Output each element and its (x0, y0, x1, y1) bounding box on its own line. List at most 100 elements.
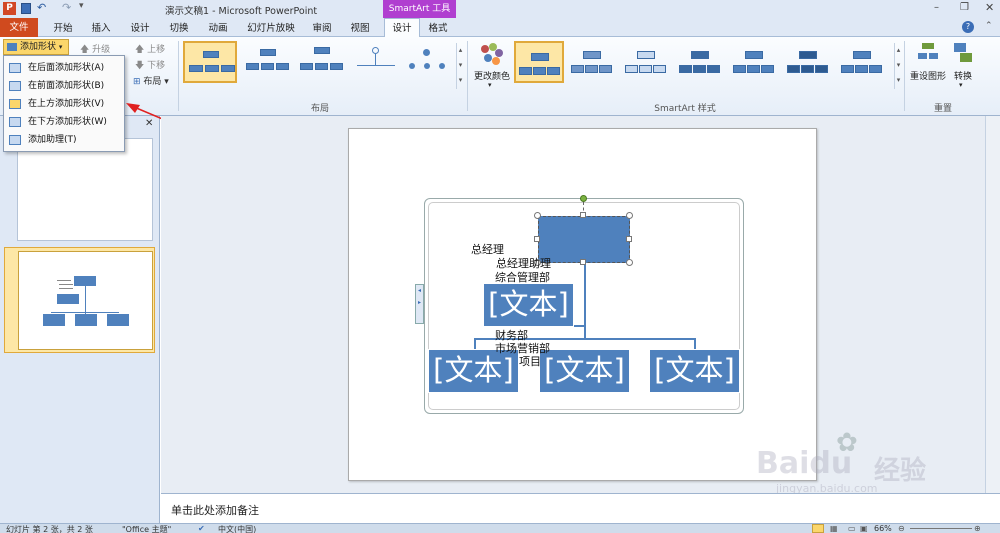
add-shape-button[interactable]: 添加形状 ▾ (3, 39, 69, 55)
slide-text-line[interactable]: 综合管理部 (495, 269, 550, 285)
tab-slideshow[interactable]: 幻灯片放映 (243, 20, 299, 37)
style-option-5[interactable] (730, 41, 780, 83)
tab-home[interactable]: 开始 (48, 20, 78, 37)
zoom-slider[interactable] (910, 528, 972, 529)
connector-line (694, 338, 696, 349)
style-option-4[interactable] (676, 41, 726, 83)
group-label-styles: SmartArt 样式 (654, 104, 716, 114)
notes-pane[interactable]: 单击此处添加备注 (161, 493, 1000, 523)
style-option-3[interactable] (622, 41, 672, 83)
tab-smartart-design[interactable]: 设计 (384, 18, 420, 37)
zoom-level[interactable]: 66% (874, 524, 892, 533)
menu-item-add-before[interactable]: 在前面添加形状(B) (4, 77, 124, 95)
chevron-down-icon: ▾ (488, 81, 492, 89)
slideshow-view-icon[interactable]: ▣ (860, 524, 868, 533)
menu-item-label: 在前面添加形状(B) (28, 81, 105, 91)
menu-item-add-after[interactable]: 在后面添加形状(A) (4, 59, 124, 77)
resize-handle[interactable] (534, 212, 541, 219)
style-option-1[interactable] (514, 41, 564, 83)
menu-item-add-assistant[interactable]: 添加助理(T) (4, 131, 124, 149)
gallery-scroll-icon[interactable]: ▴ ▾ ▾ (456, 43, 464, 89)
menu-item-label: 在下方添加形状(W) (28, 117, 107, 127)
style-option-6[interactable] (784, 41, 834, 83)
layout-option-1[interactable] (183, 41, 237, 83)
minimize-icon[interactable]: – (934, 2, 939, 13)
normal-view-icon[interactable] (812, 524, 824, 533)
smartart-tools-label: SmartArt 工具 (383, 0, 456, 18)
tab-insert[interactable]: 插入 (86, 20, 116, 37)
menu-item-add-above[interactable]: 在上方添加形状(V) (4, 95, 124, 113)
close-icon[interactable]: ✕ (985, 1, 994, 14)
title-bar: P ↶ ↷ ▾ 演示文稿1 - Microsoft PowerPoint Sma… (0, 0, 1000, 18)
colors-icon (481, 43, 503, 65)
status-bar: 幻灯片 第 2 张，共 2 张 "Office 主题" ✔ 中文(中国) ▦ ▭… (0, 523, 1000, 533)
customize-toolbar-icon[interactable]: ▾ (79, 1, 84, 11)
sorter-view-icon[interactable]: ▦ (830, 524, 838, 533)
layout-option-2[interactable] (243, 41, 293, 83)
smartart-box-assistant[interactable]: [文本] (483, 283, 574, 327)
layout-dropdown-button[interactable]: ⊞ 布局 ▾ (133, 74, 169, 87)
move-down-button[interactable]: 🡇 下移 (135, 58, 165, 74)
watermark-brand: Baidu (756, 446, 853, 481)
status-slide-info: 幻灯片 第 2 张，共 2 张 (6, 525, 93, 533)
notes-placeholder[interactable]: 单击此处添加备注 (171, 502, 259, 518)
text-pane-toggle-icon[interactable]: ◂ ▸ (415, 284, 424, 324)
restore-icon[interactable]: ❐ (960, 2, 969, 13)
menu-item-add-below[interactable]: 在下方添加形状(W) (4, 113, 124, 131)
reading-view-icon[interactable]: ▭ (848, 524, 856, 533)
tab-transitions[interactable]: 切换 (164, 20, 194, 37)
zoom-out-icon[interactable]: ⊖ (898, 524, 905, 533)
save-icon[interactable] (21, 3, 31, 14)
spellcheck-icon[interactable]: ✔ (198, 524, 205, 533)
undo-icon[interactable]: ↶ (37, 1, 46, 14)
resize-handle[interactable] (534, 236, 540, 242)
tab-animations[interactable]: 动画 (203, 20, 233, 37)
tab-view[interactable]: 视图 (345, 20, 375, 37)
move-up-button[interactable]: 🡅 上移 (135, 42, 165, 58)
layout-option-4[interactable] (351, 41, 401, 83)
redo-icon[interactable]: ↷ (62, 1, 71, 14)
layout-option-5[interactable] (403, 41, 453, 83)
convert-button[interactable]: 转换 ▾ (948, 41, 978, 97)
smartart-box-top[interactable] (538, 216, 630, 263)
reset-graphic-icon (918, 43, 938, 63)
tab-smartart-format[interactable]: 格式 (421, 20, 455, 37)
style-option-7[interactable] (838, 41, 888, 83)
layout-icon: ⊞ (133, 77, 141, 87)
resize-handle[interactable] (626, 212, 633, 219)
baidu-watermark: ✿ Baidu 经验 jingyan.baidu.com (756, 428, 996, 495)
tab-review[interactable]: 审阅 (307, 20, 337, 37)
connector-line (584, 263, 586, 338)
slide-thumbnail-2[interactable] (4, 247, 155, 353)
ribbon-collapse-icon[interactable]: ⌃ (985, 21, 993, 31)
divider (467, 41, 468, 111)
tab-file[interactable]: 文件 (0, 18, 38, 37)
menu-item-label: 在后面添加形状(A) (28, 63, 105, 73)
resize-handle[interactable] (580, 212, 586, 218)
tab-design[interactable]: 设计 (125, 20, 155, 37)
connector-line (474, 338, 476, 349)
smartart-box-bottom-3[interactable]: [文本] (649, 349, 740, 393)
change-colors-label: 更改颜色 (473, 72, 510, 82)
resize-handle[interactable] (626, 259, 633, 266)
smartart-box-bottom-2[interactable]: [文本] (539, 349, 630, 393)
help-icon[interactable]: ? (962, 21, 974, 33)
add-assistant-icon (9, 135, 21, 145)
convert-icon (954, 43, 972, 63)
slide[interactable]: ◂ ▸ [文本] [文本] [文本] [文本] 总经理 总经理助理 综合管理部 财… (348, 128, 817, 481)
powerpoint-logo-icon: P (3, 2, 16, 15)
change-colors-button[interactable]: 更改颜色 ▾ (472, 41, 510, 97)
add-above-icon (9, 99, 21, 109)
styles-scroll-icon[interactable]: ▴ ▾ ▾ (894, 43, 902, 89)
reset-graphic-button[interactable]: 重设图形 (908, 41, 946, 97)
slide-text-line[interactable]: 项目 (519, 353, 541, 369)
smartart-styles-gallery (514, 41, 894, 87)
layout-gallery (183, 41, 458, 87)
layout-option-3[interactable] (297, 41, 347, 83)
resize-handle[interactable] (580, 259, 586, 265)
status-language[interactable]: 中文(中国) (218, 524, 256, 533)
rotate-handle[interactable] (580, 195, 587, 202)
resize-handle[interactable] (626, 236, 632, 242)
zoom-in-icon[interactable]: ⊕ (974, 524, 981, 533)
style-option-2[interactable] (568, 41, 618, 83)
